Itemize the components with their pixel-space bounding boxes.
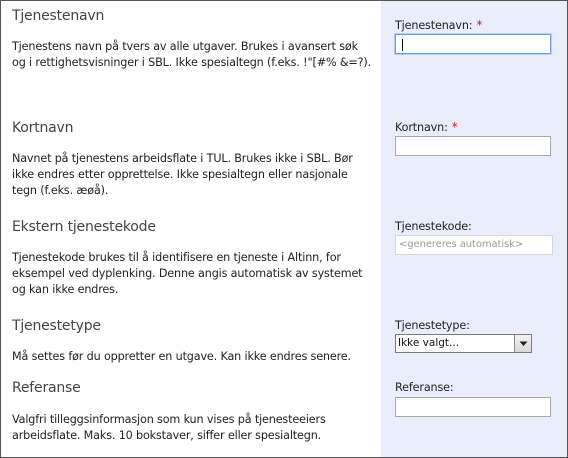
select-value: Ikke valgt... — [398, 337, 460, 349]
section-title: Ekstern tjenestekode — [12, 219, 156, 235]
section-title: Tjenestenavn — [12, 8, 105, 24]
field-label: Tjenestenavn: * — [395, 18, 482, 32]
section-description: Tjenestens navn på tvers av alle utgaver… — [12, 40, 372, 69]
tjenestekode-field: <genereres automatisk> — [395, 235, 553, 255]
service-form-frame: Tjenestenavn Tjenestens navn på tvers av… — [0, 0, 568, 458]
required-marker: * — [476, 18, 483, 32]
field-label-text: Referanse: — [395, 381, 454, 394]
section-description: Navnet på tjenestens arbeidsflate i TUL.… — [12, 152, 353, 197]
field-label: Kortnavn: * — [395, 120, 458, 134]
tjenestetype-select[interactable]: Ikke valgt... — [395, 334, 532, 353]
referanse-input[interactable] — [395, 397, 551, 417]
section-title: Referanse — [12, 380, 81, 396]
section-title: Kortnavn — [12, 120, 74, 136]
field-label-text: Tjenestenavn: — [395, 19, 473, 32]
field-label-text: Tjenestetype: — [395, 319, 470, 332]
field-label: Tjenestekode: — [395, 220, 472, 233]
required-marker: * — [451, 120, 458, 134]
field-label-text: Kortnavn: — [395, 121, 448, 134]
field-label: Referanse: — [395, 381, 454, 394]
section-title: Tjenestetype — [12, 318, 101, 334]
chevron-down-icon[interactable] — [514, 335, 531, 352]
section-description: Må settes før du oppretter en utgave. Ka… — [12, 350, 351, 363]
section-description: Valgfri tilleggsinformasjon som kun vise… — [12, 413, 326, 442]
text-caret — [402, 39, 403, 51]
section-description: Tjenestekode brukes til å identifisere e… — [12, 251, 363, 296]
field-label: Tjenestetype: — [395, 319, 470, 332]
tjenestenavn-input[interactable] — [395, 34, 551, 54]
kortnavn-input[interactable] — [395, 136, 551, 156]
field-label-text: Tjenestekode: — [395, 220, 472, 233]
